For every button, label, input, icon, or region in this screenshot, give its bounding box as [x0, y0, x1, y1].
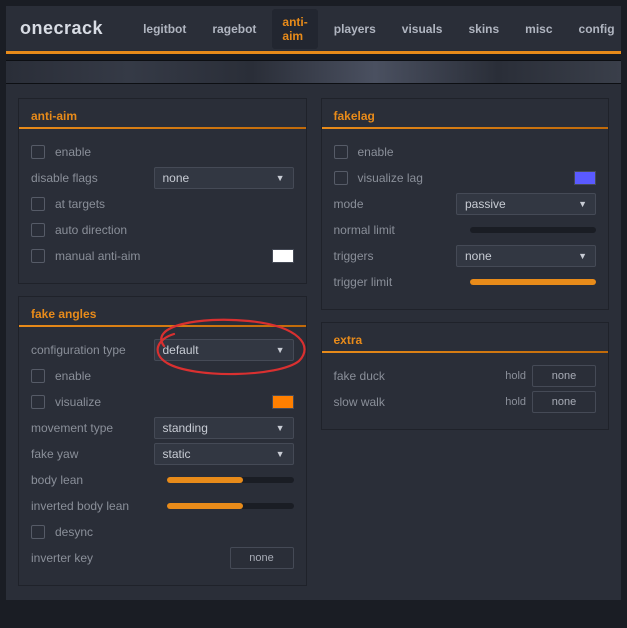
chevron-down-icon: ▼ [578, 199, 587, 209]
disable-flags-label: disable flags [31, 171, 144, 185]
mode-label: mode [334, 197, 447, 211]
fakelag-enable-label: enable [358, 145, 597, 159]
normal-limit-slider[interactable] [470, 227, 596, 233]
tab-visuals[interactable]: visuals [392, 16, 453, 42]
movement-type-value: standing [163, 421, 208, 435]
config-type-label: configuration type [31, 343, 144, 357]
triggers-select[interactable]: none ▼ [456, 245, 596, 267]
disable-flags-select[interactable]: none ▼ [154, 167, 294, 189]
auto-direction-checkbox[interactable] [31, 223, 45, 237]
inverted-body-lean-fill [167, 503, 243, 509]
inverter-key-button[interactable]: none [230, 547, 294, 569]
trigger-limit-fill [470, 279, 596, 285]
at-targets-checkbox[interactable] [31, 197, 45, 211]
manual-antiaim-label: manual anti-aim [55, 249, 262, 263]
visualize-lag-color[interactable] [574, 171, 596, 185]
movement-type-label: movement type [31, 421, 144, 435]
visualize-lag-label: visualize lag [358, 171, 565, 185]
visualize-lag-checkbox[interactable] [334, 171, 348, 185]
tab-ragebot[interactable]: ragebot [202, 16, 266, 42]
tab-players[interactable]: players [324, 16, 386, 42]
slow-walk-mode[interactable]: hold [505, 396, 526, 408]
desync-checkbox[interactable] [31, 525, 45, 539]
at-targets-label: at targets [55, 197, 294, 211]
panel-fake-angles-header: fake angles [31, 307, 294, 321]
fake-yaw-select[interactable]: static ▼ [154, 443, 294, 465]
triggers-value: none [465, 249, 492, 263]
body-lean-label: body lean [31, 473, 157, 487]
visualize-label: visualize [55, 395, 262, 409]
fake-yaw-label: fake yaw [31, 447, 144, 461]
mode-value: passive [465, 197, 506, 211]
fake-yaw-value: static [163, 447, 191, 461]
movement-type-select[interactable]: standing ▼ [154, 417, 294, 439]
slow-walk-label: slow walk [334, 395, 496, 409]
chevron-down-icon: ▼ [578, 251, 587, 261]
panel-anti-aim: anti-aim enable disable flags none ▼ at … [18, 98, 307, 284]
trigger-limit-label: trigger limit [334, 275, 460, 289]
panel-fakelag-header: fakelag [334, 109, 597, 123]
disable-flags-value: none [163, 171, 190, 185]
panel-extra: extra fake duck hold none slow walk hold… [321, 322, 610, 430]
panel-anti-aim-header: anti-aim [31, 109, 294, 123]
topbar: onecrack legitbot ragebot anti-aim playe… [6, 6, 621, 54]
inverter-key-label: inverter key [31, 551, 220, 565]
tab-misc[interactable]: misc [515, 16, 562, 42]
antiaim-enable-label: enable [55, 145, 294, 159]
auto-direction-label: auto direction [55, 223, 294, 237]
desync-label: desync [55, 525, 294, 539]
antiaim-enable-checkbox[interactable] [31, 145, 45, 159]
tab-legitbot[interactable]: legitbot [133, 16, 196, 42]
triggers-label: triggers [334, 249, 447, 263]
chevron-down-icon: ▼ [276, 345, 285, 355]
fake-angles-enable-label: enable [55, 369, 294, 383]
tab-anti-aim[interactable]: anti-aim [272, 9, 317, 49]
manual-antiaim-color[interactable] [272, 249, 294, 263]
fake-duck-mode[interactable]: hold [505, 370, 526, 382]
visualize-checkbox[interactable] [31, 395, 45, 409]
content-area: anti-aim enable disable flags none ▼ at … [6, 84, 621, 600]
config-type-value: default [163, 343, 199, 357]
manual-antiaim-checkbox[interactable] [31, 249, 45, 263]
decor-strip [6, 60, 621, 84]
tab-skins[interactable]: skins [458, 16, 509, 42]
panel-fakelag: fakelag enable visualize lag mode passiv… [321, 98, 610, 310]
fake-duck-key-button[interactable]: none [532, 365, 596, 387]
fakelag-enable-checkbox[interactable] [334, 145, 348, 159]
panel-extra-header: extra [334, 333, 597, 347]
body-lean-slider[interactable] [167, 477, 293, 483]
app-title: onecrack [20, 18, 103, 39]
panel-fake-angles: fake angles configuration type default ▼… [18, 296, 307, 586]
chevron-down-icon: ▼ [276, 449, 285, 459]
chevron-down-icon: ▼ [276, 423, 285, 433]
nav-tabs: legitbot ragebot anti-aim players visual… [133, 9, 624, 49]
normal-limit-label: normal limit [334, 223, 460, 237]
tab-config[interactable]: config [569, 16, 625, 42]
inverted-body-lean-slider[interactable] [167, 503, 293, 509]
config-type-select[interactable]: default ▼ [154, 339, 294, 361]
visualize-color[interactable] [272, 395, 294, 409]
mode-select[interactable]: passive ▼ [456, 193, 596, 215]
body-lean-fill [167, 477, 243, 483]
fake-duck-label: fake duck [334, 369, 496, 383]
inverted-body-lean-label: inverted body lean [31, 499, 157, 513]
trigger-limit-slider[interactable] [470, 279, 596, 285]
slow-walk-key-button[interactable]: none [532, 391, 596, 413]
chevron-down-icon: ▼ [276, 173, 285, 183]
fake-angles-enable-checkbox[interactable] [31, 369, 45, 383]
